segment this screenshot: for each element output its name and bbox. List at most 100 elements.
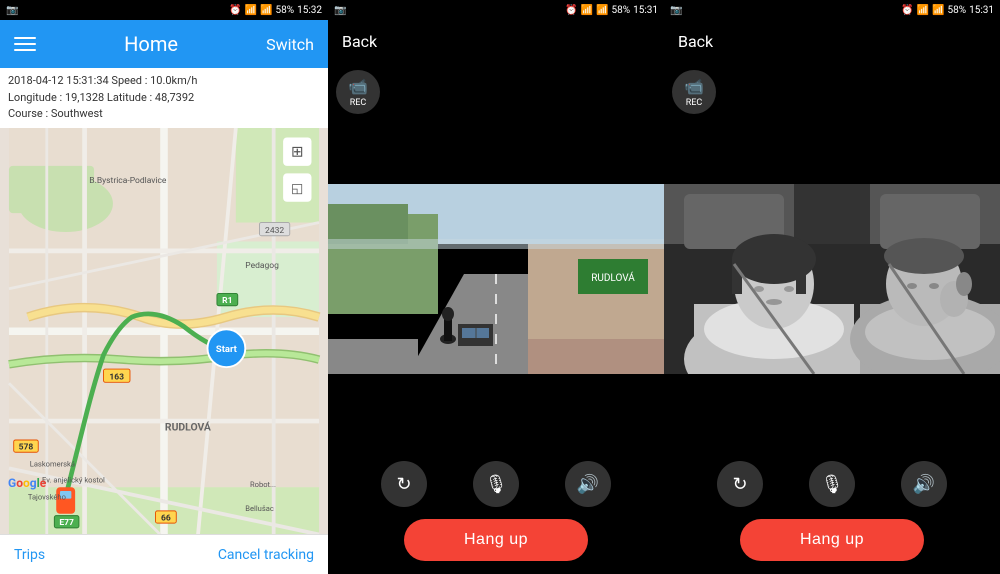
svg-text:578: 578 [19, 442, 34, 452]
volume-icon-cam1: 🔊 [577, 474, 599, 495]
cam2-signal-icon: 📶 [932, 5, 944, 16]
mute-icon-cam2: 🎙 [821, 474, 844, 495]
svg-text:E77: E77 [59, 518, 74, 528]
cam1-signal-icon: 📶 [596, 5, 608, 16]
status-bar-cam2: 📷 ⏰ 📶 📶 58% 15:31 [664, 0, 1000, 20]
trips-button[interactable]: Trips [14, 547, 45, 563]
rec-label-cam2: REC [686, 98, 703, 108]
status-left-cam1: 📷 [334, 5, 346, 16]
hangup-button-cam1[interactable]: Hang up [404, 519, 588, 561]
cam1-hangup-area: Hang up [328, 514, 664, 574]
signal-icon: 📶 [260, 5, 272, 16]
cam1-top-area: 📹 REC [328, 62, 664, 184]
menu-line-2 [14, 43, 36, 45]
rotate-icon-cam1: ↻ [396, 474, 411, 495]
cam2-alarm-icon: ⏰ [901, 5, 913, 16]
switch-button[interactable]: Switch [266, 35, 314, 54]
cam1-battery: 58% [612, 5, 631, 16]
rec-camera-icon: 📹 [348, 77, 368, 96]
battery-text: 58% [276, 5, 295, 16]
cancel-tracking-button[interactable]: Cancel tracking [218, 547, 314, 563]
rec-label-cam1: REC [350, 98, 367, 108]
cam2-top-area: 📹 REC [664, 62, 1000, 184]
rec-camera-icon-2: 📹 [684, 77, 704, 96]
svg-text:B.Bystrica-Podlavice: B.Bystrica-Podlavice [89, 175, 167, 185]
volume-icon-cam2: 🔊 [913, 474, 935, 495]
app-header: Home Switch [0, 20, 328, 68]
cam1-bottom-area [328, 374, 664, 454]
svg-text:Tajovského: Tajovského [28, 492, 66, 501]
alarm-icon: ⏰ [229, 5, 241, 16]
mute-button-cam1[interactable]: 🎙 [473, 461, 519, 507]
cam1-back-button[interactable]: Back [342, 32, 377, 51]
camera-panel-1: 📷 ⏰ 📶 📶 58% 15:31 Back 📹 REC [328, 0, 664, 574]
cam1-controls: ↻ 🎙 🔊 [328, 454, 664, 514]
cam1-time: 15:31 [633, 5, 658, 16]
cam2-battery: 58% [948, 5, 967, 16]
camera-panel-2: 📷 ⏰ 📶 📶 58% 15:31 Back 📹 REC [664, 0, 1000, 574]
cam1-alarm-icon: ⏰ [565, 5, 577, 16]
cam1-header: Back [328, 20, 664, 62]
hangup-button-cam2[interactable]: Hang up [740, 519, 924, 561]
status-bar-map: 📷 ⏰ 📶 📶 58% 15:32 [0, 0, 328, 20]
svg-text:Laskomerská: Laskomerská [30, 459, 75, 468]
rotate-button-cam2[interactable]: ↻ [717, 461, 763, 507]
rotate-button-cam1[interactable]: ↻ [381, 461, 427, 507]
svg-text:66: 66 [161, 513, 171, 523]
svg-text:2432: 2432 [265, 225, 284, 235]
cam2-bottom-area [664, 374, 1000, 454]
svg-text:Bellušac: Bellušac [245, 503, 274, 512]
svg-text:Ev. anjelický kostol: Ev. anjelický kostol [42, 475, 105, 484]
cam1-wifi-icon: 📶 [581, 5, 593, 16]
status-left-cam2: 📷 [670, 5, 682, 16]
camera-status-icon: 📷 [6, 5, 18, 16]
rotate-icon-cam2: ↻ [732, 474, 747, 495]
wifi-icon: 📶 [245, 5, 257, 16]
volume-button-cam2[interactable]: 🔊 [901, 461, 947, 507]
status-right-cam2: ⏰ 📶 📶 58% 15:31 [901, 5, 994, 16]
svg-text:R1: R1 [222, 295, 232, 305]
rec-button-cam1[interactable]: 📹 REC [336, 70, 380, 114]
cam2-back-button[interactable]: Back [678, 32, 713, 51]
svg-text:163: 163 [109, 372, 124, 382]
svg-text:Pedagog: Pedagog [245, 260, 279, 270]
road-camera-feed: RUDLOVÁ [328, 184, 664, 374]
svg-text:Start: Start [216, 344, 238, 355]
svg-text:Banská Bystrica: Banská Bystrica [132, 532, 218, 534]
map-area[interactable]: Start 163 R1 E77 578 66 2432 B. [0, 128, 328, 535]
cam1-camera-icon: 📷 [334, 5, 346, 16]
cam2-video [664, 184, 1000, 374]
volume-button-cam1[interactable]: 🔊 [565, 461, 611, 507]
header-title: Home [124, 32, 178, 56]
interior-camera-feed [664, 184, 1000, 374]
mute-icon-cam1: 🎙 [485, 474, 508, 495]
status-right-map: ⏰ 📶 📶 58% 15:32 [229, 5, 322, 16]
status-bar-cam1: 📷 ⏰ 📶 📶 58% 15:31 [328, 0, 664, 20]
menu-line-3 [14, 49, 36, 51]
map-footer: Trips Cancel tracking [0, 534, 328, 574]
info-line3: Course : Southwest [8, 106, 320, 123]
svg-text:Robot...: Robot... [250, 480, 276, 489]
rec-button-cam2[interactable]: 📹 REC [672, 70, 716, 114]
status-left-map: 📷 [6, 5, 18, 16]
map-svg: Start 163 R1 E77 578 66 2432 B. [0, 128, 328, 535]
info-line2: Longitude : 19,1328 Latitude : 48,7392 [8, 90, 320, 107]
time-display: 15:32 [297, 5, 322, 16]
google-logo: Google [8, 476, 46, 490]
cam2-hangup-area: Hang up [664, 514, 1000, 574]
mute-button-cam2[interactable]: 🎙 [809, 461, 855, 507]
status-right-cam1: ⏰ 📶 📶 58% 15:31 [565, 5, 658, 16]
svg-text:⊞: ⊞ [291, 142, 304, 160]
menu-line-1 [14, 37, 36, 39]
svg-text:◱: ◱ [291, 181, 303, 196]
info-line1: 2018-04-12 15:31:34 Speed : 10.0km/h [8, 73, 320, 90]
cam1-video: RUDLOVÁ [328, 184, 664, 374]
svg-text:RUDLOVÁ: RUDLOVÁ [165, 420, 211, 433]
cam2-camera-icon: 📷 [670, 5, 682, 16]
cam2-wifi-icon: 📶 [917, 5, 929, 16]
cam2-controls: ↻ 🎙 🔊 [664, 454, 1000, 514]
map-info: 2018-04-12 15:31:34 Speed : 10.0km/h Lon… [0, 68, 328, 128]
map-panel: 📷 ⏰ 📶 📶 58% 15:32 Home Switch 2018-04-12… [0, 0, 328, 574]
menu-button[interactable] [14, 37, 36, 51]
cam2-header: Back [664, 20, 1000, 62]
